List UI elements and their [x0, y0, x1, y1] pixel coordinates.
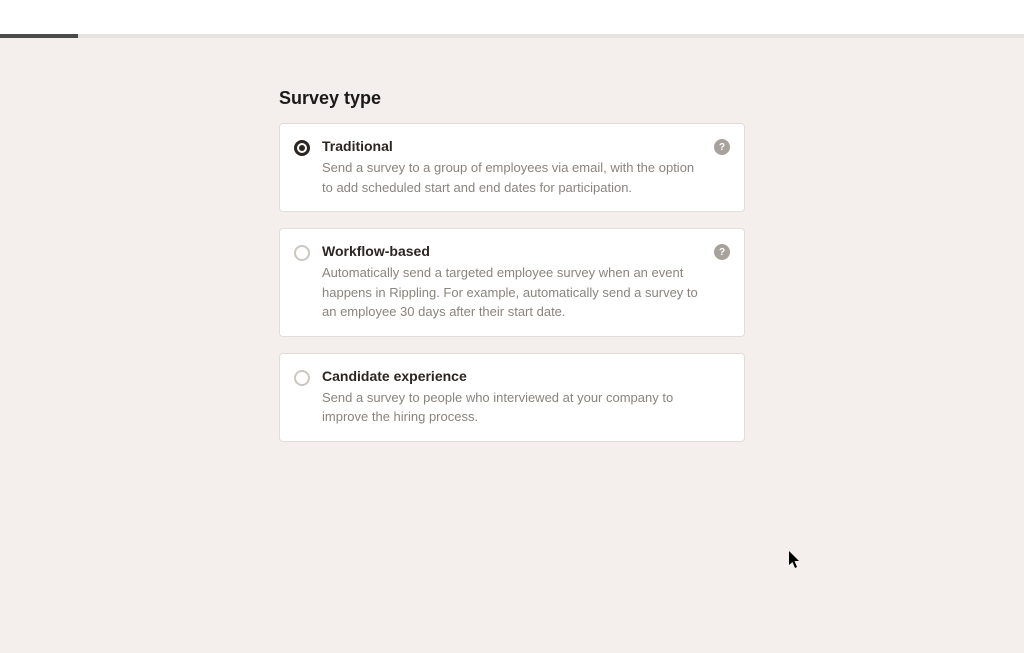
option-title: Workflow-based [322, 243, 702, 259]
option-traditional[interactable]: Traditional Send a survey to a group of … [279, 123, 745, 212]
option-description: Automatically send a targeted employee s… [322, 263, 702, 322]
help-icon[interactable]: ? [714, 244, 730, 260]
option-description: Send a survey to a group of employees vi… [322, 158, 702, 197]
option-body: Traditional Send a survey to a group of … [322, 138, 730, 197]
top-bar [0, 0, 1024, 38]
radio-traditional[interactable] [294, 140, 310, 156]
survey-type-section: Survey type Traditional Send a survey to… [279, 88, 745, 458]
cursor-icon [789, 551, 803, 569]
option-workflow-based[interactable]: Workflow-based Automatically send a targ… [279, 228, 745, 337]
option-body: Workflow-based Automatically send a targ… [322, 243, 730, 322]
radio-candidate-experience[interactable] [294, 370, 310, 386]
section-title: Survey type [279, 88, 745, 109]
content-wrap: Survey type Traditional Send a survey to… [0, 38, 1024, 458]
option-title: Candidate experience [322, 368, 702, 384]
option-description: Send a survey to people who interviewed … [322, 388, 702, 427]
option-body: Candidate experience Send a survey to pe… [322, 368, 730, 427]
progress-fill [0, 34, 78, 38]
option-title: Traditional [322, 138, 702, 154]
radio-workflow-based[interactable] [294, 245, 310, 261]
option-candidate-experience[interactable]: Candidate experience Send a survey to pe… [279, 353, 745, 442]
progress-track [0, 34, 1024, 38]
help-icon[interactable]: ? [714, 139, 730, 155]
